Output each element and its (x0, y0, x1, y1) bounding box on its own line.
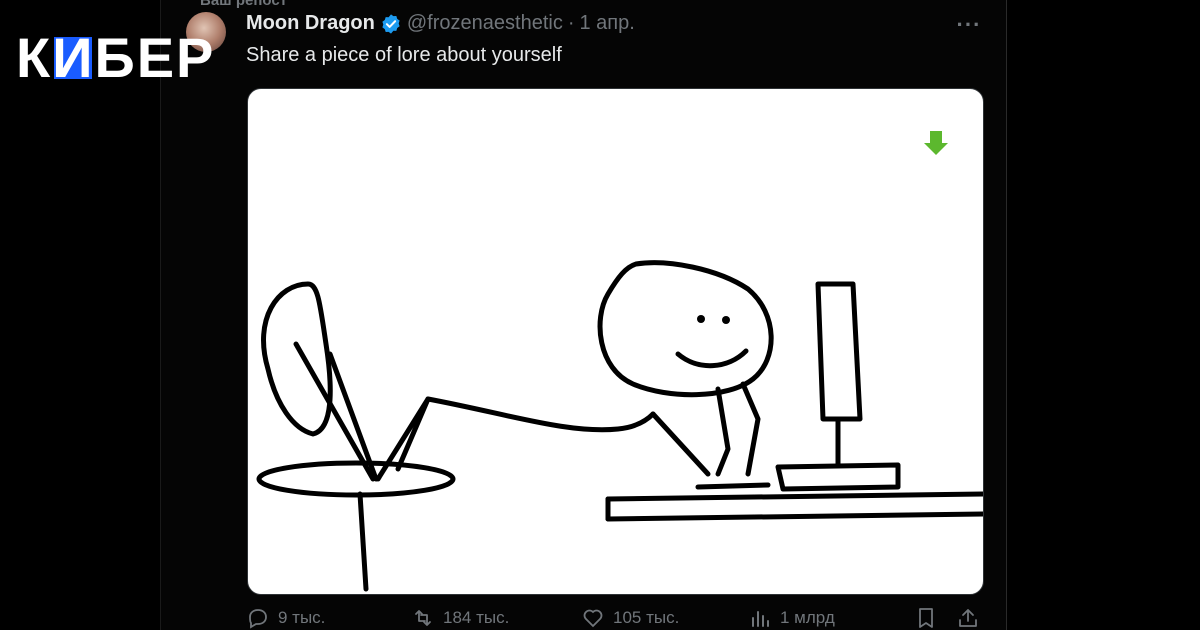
brand-text-start: К (16, 26, 53, 89)
views-count: 1 млрд (780, 608, 835, 627)
like-button[interactable]: 105 тыс. (581, 606, 679, 630)
user-handle[interactable]: @frozenaesthetic (407, 12, 563, 35)
chair-stem (357, 491, 369, 592)
desk-top (605, 491, 983, 502)
tweet-actions: 9 тыс. 184 тыс. 105 тыс. 1 млрд (246, 606, 986, 630)
brand-text-end: БЕР (94, 26, 216, 89)
repost-count: 184 тыс. (443, 608, 510, 627)
tweet-date[interactable]: 1 апр. (579, 12, 634, 35)
reply-count: 9 тыс. (278, 608, 326, 627)
arm-lower (650, 411, 711, 477)
monitor (815, 281, 863, 422)
desk-bottom (605, 511, 983, 522)
more-dots-icon[interactable]: ··· (956, 12, 982, 38)
header-separator: · (567, 12, 575, 34)
brand-mark-letter: И (52, 26, 95, 89)
chair-seat (256, 460, 456, 498)
face (697, 315, 730, 324)
reply-button[interactable]: 9 тыс. (246, 606, 325, 630)
kiber-brand-logo: К И БЕР (16, 30, 215, 86)
chair-back (261, 281, 333, 437)
hand-on-desk (695, 482, 771, 490)
share-button[interactable] (956, 606, 980, 630)
keyboard (775, 462, 901, 492)
tweet-header: Moon Dragon @frozenaesthetic · 1 апр. (246, 12, 635, 35)
brand-mark: И (52, 30, 94, 86)
share-icon (959, 609, 977, 627)
repost-context: Ваш репост (200, 0, 288, 9)
stick-figure-drawing (256, 131, 983, 592)
repost-icon (415, 610, 431, 626)
tweet-media-image[interactable] (247, 88, 984, 595)
arm-return (395, 396, 431, 472)
reply-icon (249, 609, 267, 629)
display-name[interactable]: Moon Dragon (246, 12, 375, 35)
bookmark-icon (919, 608, 933, 628)
body (715, 386, 731, 477)
views-button[interactable]: 1 млрд (748, 606, 835, 630)
verified-badge-icon[interactable] (380, 13, 402, 35)
bookmark-button[interactable] (914, 606, 938, 630)
heart-icon (583, 609, 603, 628)
green-down-arrow-icon (924, 131, 948, 155)
body-right (740, 381, 761, 477)
like-count: 105 тыс. (613, 608, 680, 627)
repost-button[interactable]: 184 тыс. (411, 606, 509, 630)
views-chart-icon (752, 611, 769, 627)
tweet-text: Share a piece of lore about yourself (246, 44, 562, 66)
screenshot-page: Ваш репост Moon Dragon @frozenaesthetic … (0, 0, 1200, 630)
smile (675, 348, 749, 369)
head (597, 260, 774, 398)
